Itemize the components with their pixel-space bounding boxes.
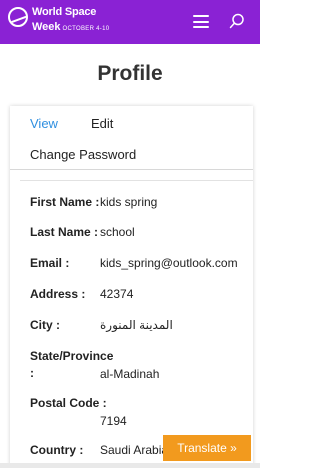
field-value: المدينة المنورة [100,318,173,332]
field-label: Postal Code : [30,396,107,410]
globe-icon [8,7,28,27]
bottom-strip [0,463,260,468]
logo-title-line2: Week [32,21,61,33]
tab-change-password[interactable]: Change Password [30,147,136,162]
field-value: school [100,225,135,239]
search-icon[interactable] [228,12,246,30]
profile-details: First Name : kids spring Last Name : sch… [20,180,253,468]
site-logo[interactable]: World Space Week OCTOBER 4-10 [8,7,109,34]
field-value: al-Madinah [100,367,160,381]
field-value: kids spring [100,195,158,209]
translate-button[interactable]: Translate » [163,435,251,461]
field-value: Saudi Arabia [100,443,169,457]
field-value: 7194 [100,414,127,428]
tab-view[interactable]: View [30,116,58,131]
profile-card: View Edit Change Password First Name : k… [10,106,253,468]
logo-text: World Space Week OCTOBER 4-10 [32,7,109,34]
tab-edit[interactable]: Edit [91,116,113,131]
logo-dates: OCTOBER 4-10 [62,26,110,32]
profile-tabs: View Edit Change Password [10,106,253,170]
top-navbar: World Space Week OCTOBER 4-10 [0,0,260,44]
page-title: Profile [97,62,163,85]
field-value: 42374 [100,287,134,301]
logo-title-line1: World Space [32,6,97,18]
hamburger-menu-icon[interactable] [193,15,209,28]
field-value: kids_spring@outlook.com [100,256,238,270]
